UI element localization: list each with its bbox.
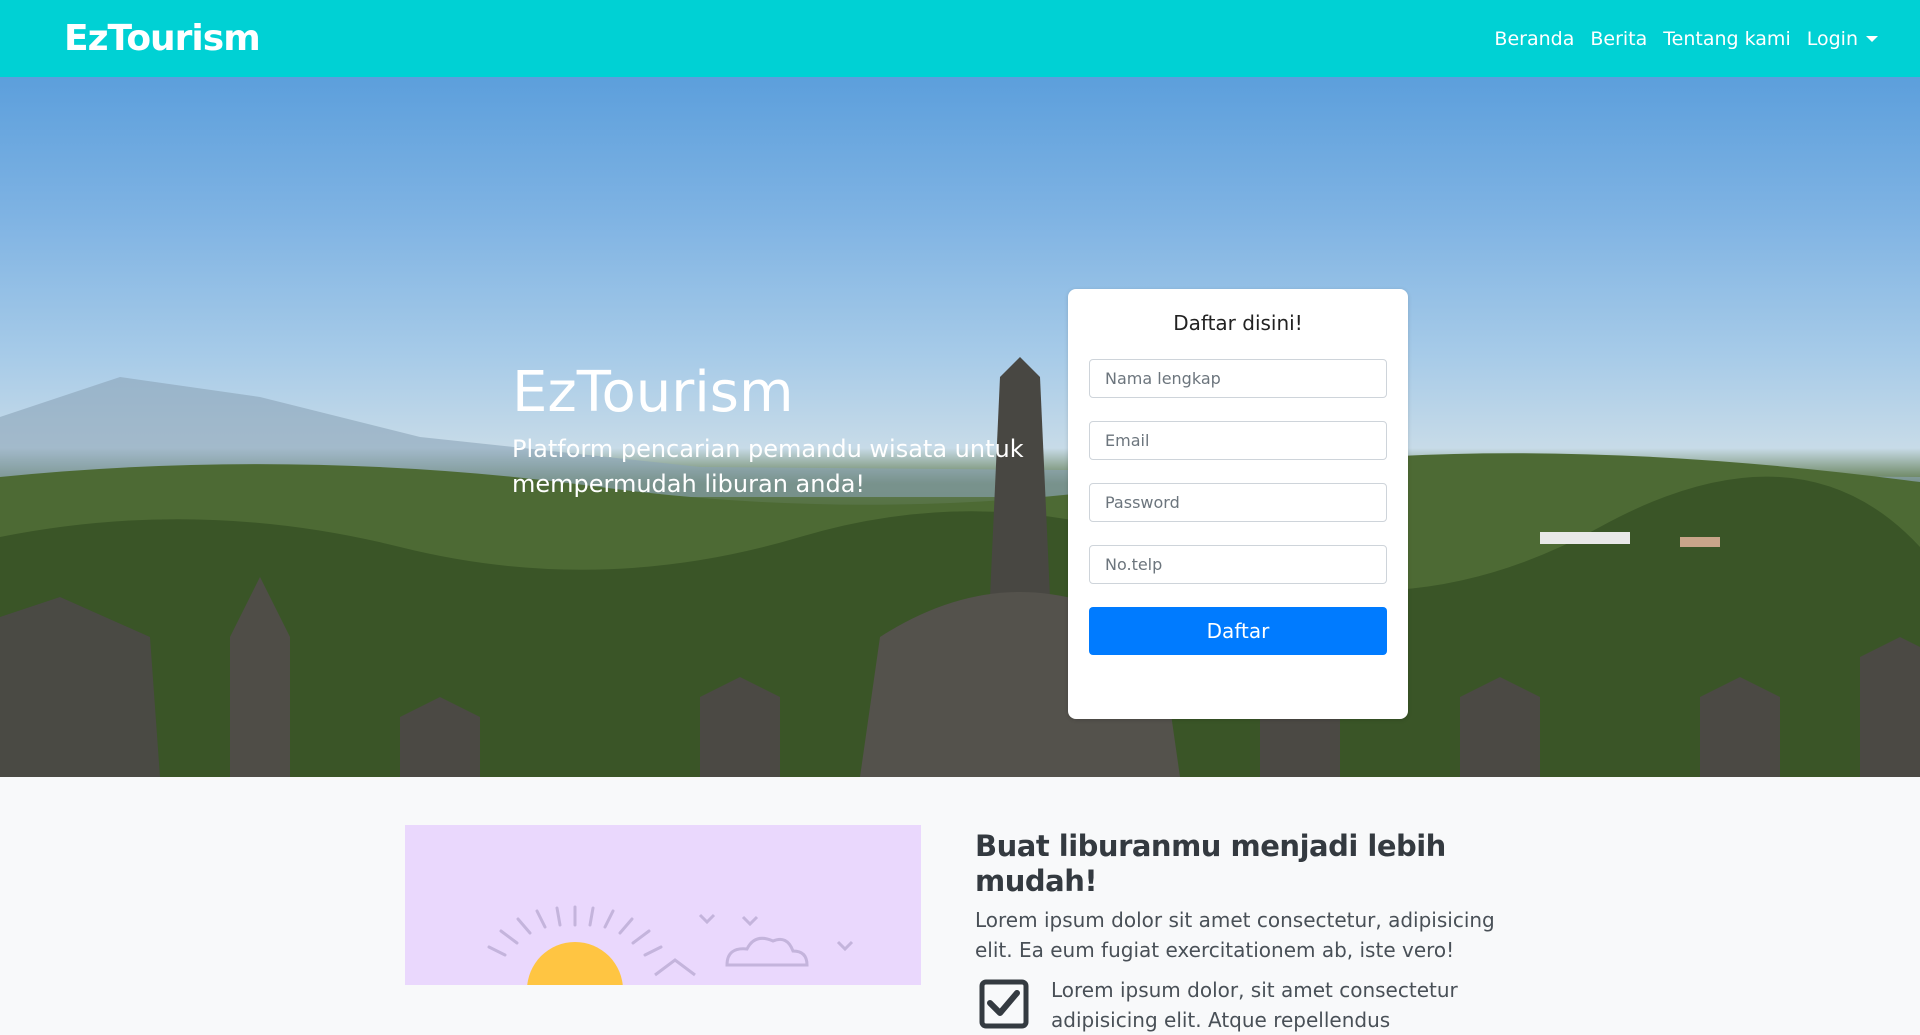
- features-section: Buat liburanmu menjadi lebih mudah! Lore…: [0, 777, 1920, 1032]
- navbar: EzTourism Beranda Berita Tentang kami Lo…: [0, 0, 1920, 77]
- feature-text: Lorem ipsum dolor sit amet consectetur, …: [975, 907, 1495, 962]
- nav-link-beranda[interactable]: Beranda: [1486, 28, 1582, 50]
- password-input[interactable]: [1089, 483, 1387, 522]
- hero-text: EzTourism Platform pencarian pemandu wis…: [512, 359, 1032, 502]
- sun-illustration: [487, 905, 854, 985]
- checkbox-checked-icon: [979, 979, 1029, 1029]
- brand-logo[interactable]: EzTourism: [64, 18, 261, 59]
- hero-title: EzTourism: [512, 360, 794, 425]
- name-input[interactable]: [1089, 359, 1387, 398]
- hero-subtitle: Platform pencarian pemandu wisata untuk …: [512, 435, 1024, 498]
- email-input[interactable]: [1089, 421, 1387, 460]
- caret-down-icon: [1866, 36, 1878, 42]
- login-dropdown[interactable]: Login: [1799, 28, 1886, 50]
- register-button[interactable]: Daftar: [1089, 607, 1387, 655]
- phone-input[interactable]: [1089, 545, 1387, 584]
- feature-item-text: Lorem ipsum dolor, sit amet consectetur …: [1051, 977, 1458, 1032]
- hero-banner: EzTourism Platform pencarian pemandu wis…: [0, 77, 1920, 777]
- login-label: Login: [1806, 27, 1858, 50]
- nav-links: Beranda Berita Tentang kami Login: [1486, 28, 1886, 50]
- feature-item: Lorem ipsum dolor, sit amet consectetur …: [975, 975, 1535, 1035]
- feature-content: Buat liburanmu menjadi lebih mudah! Lore…: [975, 829, 1535, 1035]
- register-title: Daftar disini!: [1173, 311, 1303, 335]
- nav-link-tentang-kami[interactable]: Tentang kami: [1655, 28, 1798, 50]
- travel-illustration: [405, 825, 921, 985]
- nav-link-berita[interactable]: Berita: [1582, 28, 1655, 50]
- register-card: Daftar disini! Daftar: [1068, 289, 1408, 719]
- feature-title: Buat liburanmu menjadi lebih mudah!: [975, 829, 1446, 898]
